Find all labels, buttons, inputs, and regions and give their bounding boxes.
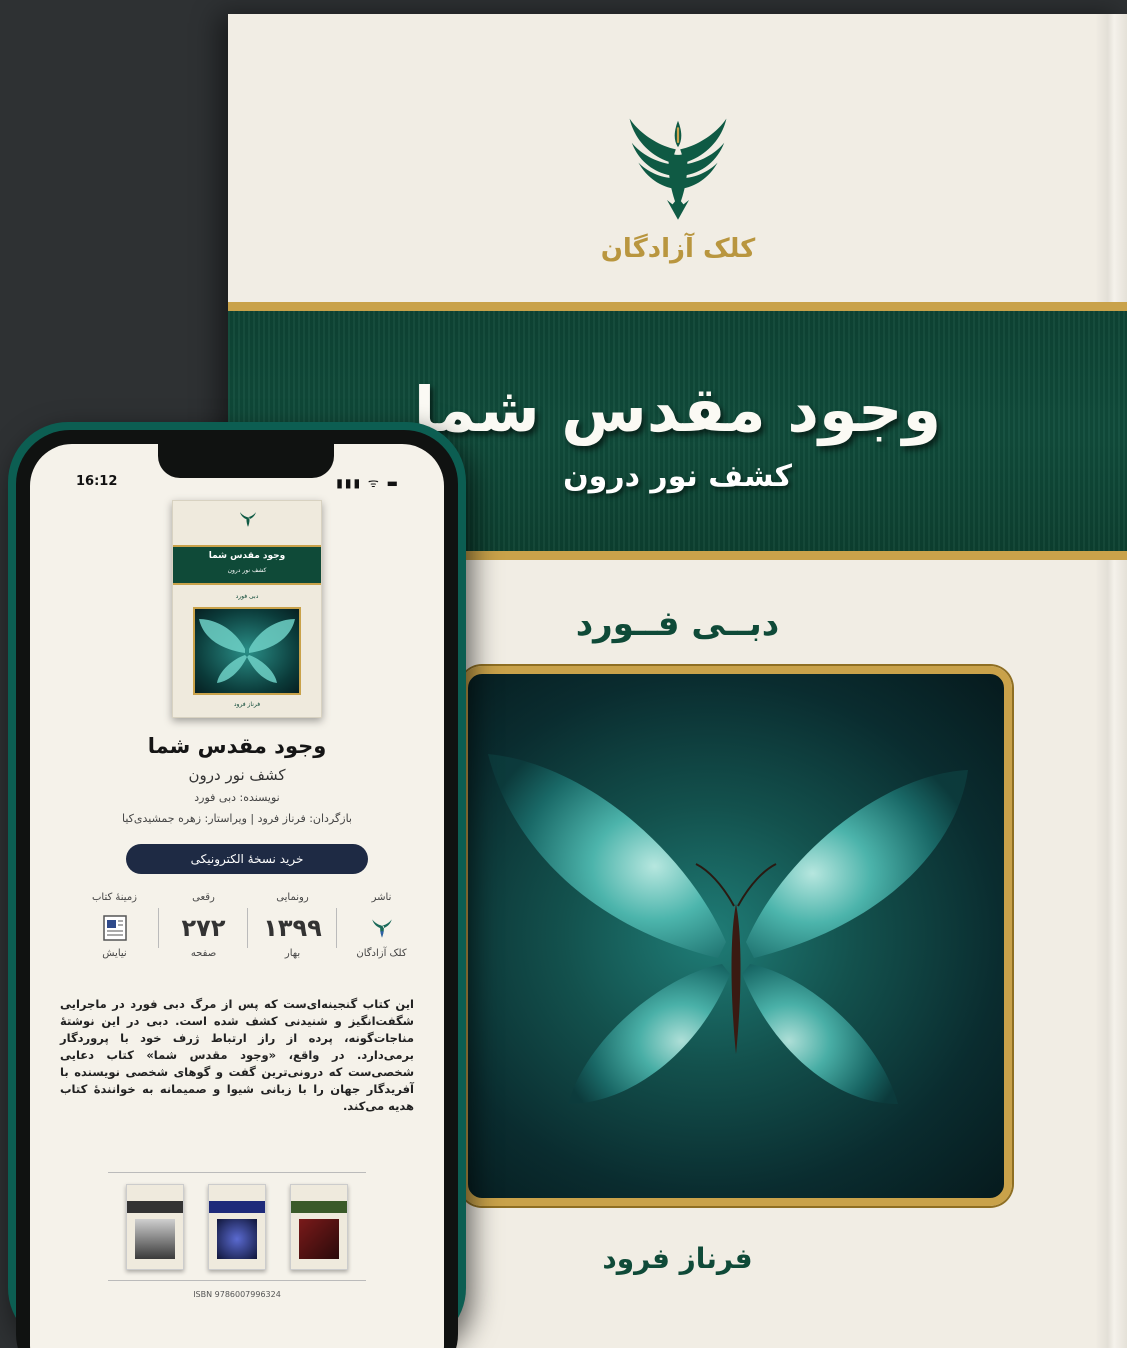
- stat-release: رونمایی ۱۳۹۹ بهار: [248, 892, 337, 976]
- related-book-band: [209, 1201, 265, 1213]
- mini-butterfly-art: [193, 607, 301, 695]
- mini-butterfly-icon: [199, 619, 295, 683]
- related-book-art: [299, 1219, 339, 1259]
- product-credits: بازگردان: فرناز فرود | ویراستار: زهره جم…: [122, 812, 352, 825]
- mini-title: وجود مقدس شما: [208, 551, 286, 561]
- book-page-icon: [102, 915, 127, 941]
- mini-subtitle: کشف نور درون: [227, 567, 267, 574]
- related-book-3[interactable]: [126, 1184, 184, 1270]
- related-book-art: [217, 1219, 257, 1259]
- stat-genre: زمینهٔ کتاب نیایش: [70, 892, 159, 976]
- related-books: [126, 1184, 348, 1272]
- stat-pages: رقعی ۲۷۲ صفحه: [159, 892, 248, 976]
- stat-label: رونمایی: [276, 892, 309, 903]
- product-author: نویسنده: دبی فورد: [194, 791, 280, 804]
- related-book-art: [135, 1219, 175, 1259]
- stat-value: ۱۳۹۹: [263, 914, 322, 942]
- stat-caption: کلک آزادگان: [356, 948, 407, 959]
- genre-icon-wrap: [70, 908, 159, 948]
- stat-label: ناشر: [371, 892, 392, 903]
- publisher-logo-icon: [371, 919, 392, 938]
- related-book-band: [127, 1201, 183, 1213]
- stat-publisher: ناشر کلک آزادگان: [337, 892, 426, 976]
- status-time: 16:12: [76, 474, 118, 489]
- stat-caption: صفحه: [190, 948, 217, 959]
- product-description: این کتاب گنجینه‌ای‌ست که پس از مرگ دبی ف…: [60, 997, 414, 1113]
- publisher-mini-logo: [337, 908, 426, 948]
- product-title: وجود مقدس شما: [147, 734, 327, 758]
- phone-notch: [158, 444, 334, 478]
- stat-value: ۲۷۲: [181, 914, 226, 942]
- mini-title-band: وجود مقدس شما کشف نور درون: [173, 545, 321, 585]
- product-subtitle: کشف نور درون: [188, 766, 286, 784]
- divider: [108, 1280, 366, 1281]
- stat-label: زمینهٔ کتاب: [92, 892, 137, 903]
- mini-translator: فرناز فرود: [233, 701, 261, 708]
- phone-mockup: 16:12 ▮▮▮ ᯤ ▬ وجود مقدس شما کشف نور درون…: [8, 422, 466, 1348]
- book-stats: ناشر کلک آزادگان رونمایی ۱۳۹۹ بهار رقعی …: [70, 892, 426, 976]
- status-icons: ▮▮▮ ᯤ ▬: [336, 476, 400, 490]
- stat-caption: نیایش: [102, 948, 127, 959]
- publisher-name: کلک آزادگان: [600, 234, 756, 264]
- spine-shade: [1095, 14, 1127, 1348]
- mini-author: دبی فورد: [235, 593, 259, 600]
- related-book-band: [291, 1201, 347, 1213]
- mini-book-cover[interactable]: وجود مقدس شما کشف نور درون دبی فورد فرنا…: [172, 500, 322, 718]
- isbn-text: ISBN 9786007996324: [193, 1290, 281, 1299]
- butterfly-icon: [488, 754, 968, 1104]
- stat-label: رقعی: [192, 892, 215, 903]
- phone-screen: 16:12 ▮▮▮ ᯤ ▬ وجود مقدس شما کشف نور درون…: [30, 444, 444, 1348]
- stat-caption: بهار: [284, 948, 301, 959]
- butterfly-artwork: [460, 666, 1012, 1206]
- related-book-1[interactable]: [290, 1184, 348, 1270]
- divider: [108, 1172, 366, 1173]
- buy-ebook-button[interactable]: خرید نسخهٔ الکترونیکی: [126, 844, 368, 874]
- publisher-logo: کلک آزادگان: [578, 112, 778, 264]
- related-book-2[interactable]: [208, 1184, 266, 1270]
- mini-eagle-icon: [240, 512, 256, 527]
- eagle-logo-icon: [629, 118, 727, 220]
